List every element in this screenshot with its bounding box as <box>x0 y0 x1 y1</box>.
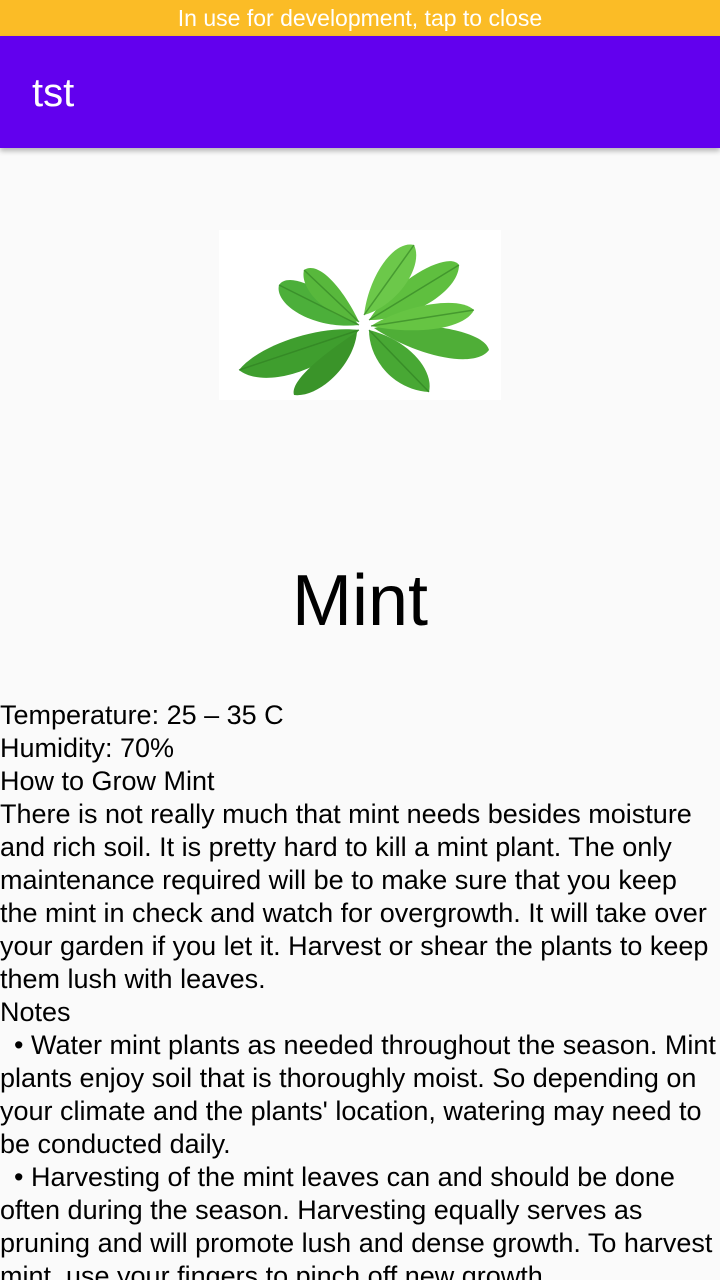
bullet-icon: • <box>14 1030 24 1060</box>
note-item: • Water mint plants as needed throughout… <box>0 1029 718 1161</box>
note-text: Harvesting of the mint leaves can and sh… <box>0 1162 713 1280</box>
how-to-grow-heading: How to Grow Mint <box>0 766 215 796</box>
plant-name-heading: Mint <box>291 561 429 641</box>
how-to-grow-body: There is not really much that mint needs… <box>0 799 709 994</box>
plant-details: Temperature: 25 – 35 C Humidity: 70% How… <box>0 699 718 1280</box>
development-banner[interactable]: In use for development, tap to close <box>0 0 720 36</box>
mint-leaves-image <box>219 230 501 400</box>
plant-detail-content[interactable]: Mint Temperature: 25 – 35 C Humidity: 70… <box>0 148 720 1280</box>
app-title: tst <box>32 71 75 115</box>
bullet-icon: • <box>14 1162 24 1192</box>
note-text: Water mint plants as needed throughout t… <box>0 1030 716 1159</box>
note-item: • Harvesting of the mint leaves can and … <box>0 1161 718 1280</box>
temperature-text: Temperature: 25 – 35 C <box>0 700 284 730</box>
notes-heading: Notes <box>0 997 71 1027</box>
mint-leaves-illustration <box>238 244 489 396</box>
humidity-text: Humidity: 70% <box>0 733 175 763</box>
app-bar: tst <box>0 36 720 148</box>
